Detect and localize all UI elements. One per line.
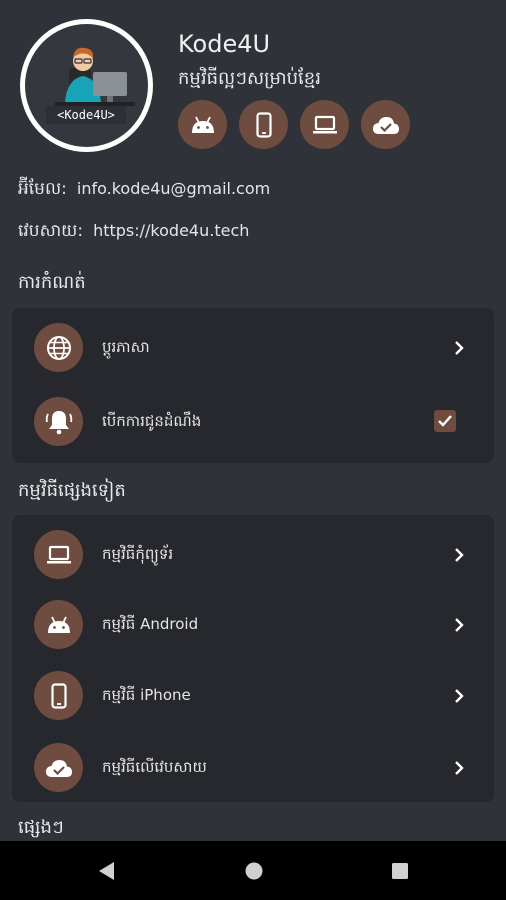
settings-section-title: ការកំណត់ xyxy=(18,272,86,293)
android-icon xyxy=(191,116,214,133)
cloud-check-icon xyxy=(45,759,72,777)
phone-platform-button[interactable] xyxy=(239,100,288,149)
chevron-right-icon xyxy=(455,548,464,562)
chevron-right-icon xyxy=(455,618,464,632)
bell-icon-circle xyxy=(34,397,83,446)
website-row: វេបសាយ: https://kode4u.tech xyxy=(18,220,249,245)
cloud-icon-circle xyxy=(34,743,83,792)
android-apps-label: កម្មវិធី Android xyxy=(102,615,199,633)
other-apps-card: កម្មវិធីកុំព្យូទ័រ កម្មវិធី Android កម្ម… xyxy=(12,515,494,802)
change-language-label: ប្ដូរភាសា xyxy=(102,338,150,356)
laptop-icon xyxy=(312,115,337,133)
android-icon xyxy=(47,616,70,633)
bell-icon xyxy=(45,410,72,434)
profile-header: <Kode4U> Kode4U កម្មវិធីល្អៗសម្រាប់ខ្មែរ xyxy=(0,0,506,160)
desktop-apps-label: កម្មវិធីកុំព្យូទ័រ xyxy=(102,545,174,563)
web-apps-row[interactable]: កម្មវិធីលើវេបសាយ xyxy=(12,732,494,804)
globe-icon xyxy=(46,335,71,360)
app-logo: <Kode4U> xyxy=(20,19,153,152)
misc-section-title: ផ្សេងៗ xyxy=(18,817,64,838)
chevron-right-icon xyxy=(455,341,464,355)
iphone-apps-label: កម្មវិធី iPhone xyxy=(102,686,191,704)
desktop-apps-row[interactable]: កម្មវិធីកុំព្យូទ័រ xyxy=(12,519,494,591)
android-icon-circle xyxy=(34,600,83,649)
globe-icon-circle xyxy=(34,323,83,372)
web-apps-label: កម្មវិធីលើវេបសាយ xyxy=(102,758,207,776)
logo-text: <Kode4U> xyxy=(57,108,115,122)
android-platform-button[interactable] xyxy=(178,100,227,149)
cloud-platform-button[interactable] xyxy=(361,100,410,149)
cloud-check-icon xyxy=(372,116,399,134)
system-nav-bar xyxy=(0,841,506,900)
app-name: Kode4U xyxy=(178,30,271,58)
website-link[interactable]: https://kode4u.tech xyxy=(93,221,249,240)
phone-icon-circle xyxy=(34,671,83,720)
platform-icons xyxy=(178,100,410,149)
other-apps-section-title: កម្មវិធីផ្សេងទៀត xyxy=(18,480,126,501)
app-tagline: កម្មវិធីល្អៗសម្រាប់ខ្មែរ xyxy=(178,68,321,89)
change-language-row[interactable]: ប្ដូរភាសា xyxy=(12,312,494,384)
notifications-label: បើកការជូនដំណឹង xyxy=(102,412,202,430)
recents-icon[interactable] xyxy=(390,860,410,882)
laptop-platform-button[interactable] xyxy=(300,100,349,149)
laptop-icon xyxy=(46,545,71,563)
phone-icon xyxy=(50,682,67,709)
android-apps-row[interactable]: កម្មវិធី Android xyxy=(12,589,494,661)
laptop-icon-circle xyxy=(34,530,83,579)
chevron-right-icon xyxy=(455,689,464,703)
email-row: អ៊ីមែល: info.kode4u@gmail.com xyxy=(18,178,270,203)
email-label: អ៊ីមែល: xyxy=(18,179,67,199)
email-link[interactable]: info.kode4u@gmail.com xyxy=(77,179,270,198)
iphone-apps-row[interactable]: កម្មវិធី iPhone xyxy=(12,660,494,732)
home-icon[interactable] xyxy=(244,860,264,882)
settings-card: ប្ដូរភាសា បើកការជូនដំណឹង xyxy=(12,308,494,463)
back-icon[interactable] xyxy=(96,860,116,882)
website-label: វេបសាយ: xyxy=(18,221,84,241)
chevron-right-icon xyxy=(455,761,464,775)
phone-icon xyxy=(255,111,272,138)
notifications-checkbox[interactable] xyxy=(434,410,456,432)
notifications-row[interactable]: បើកការជូនដំណឹង xyxy=(12,386,494,458)
checkmark-icon xyxy=(438,415,452,427)
